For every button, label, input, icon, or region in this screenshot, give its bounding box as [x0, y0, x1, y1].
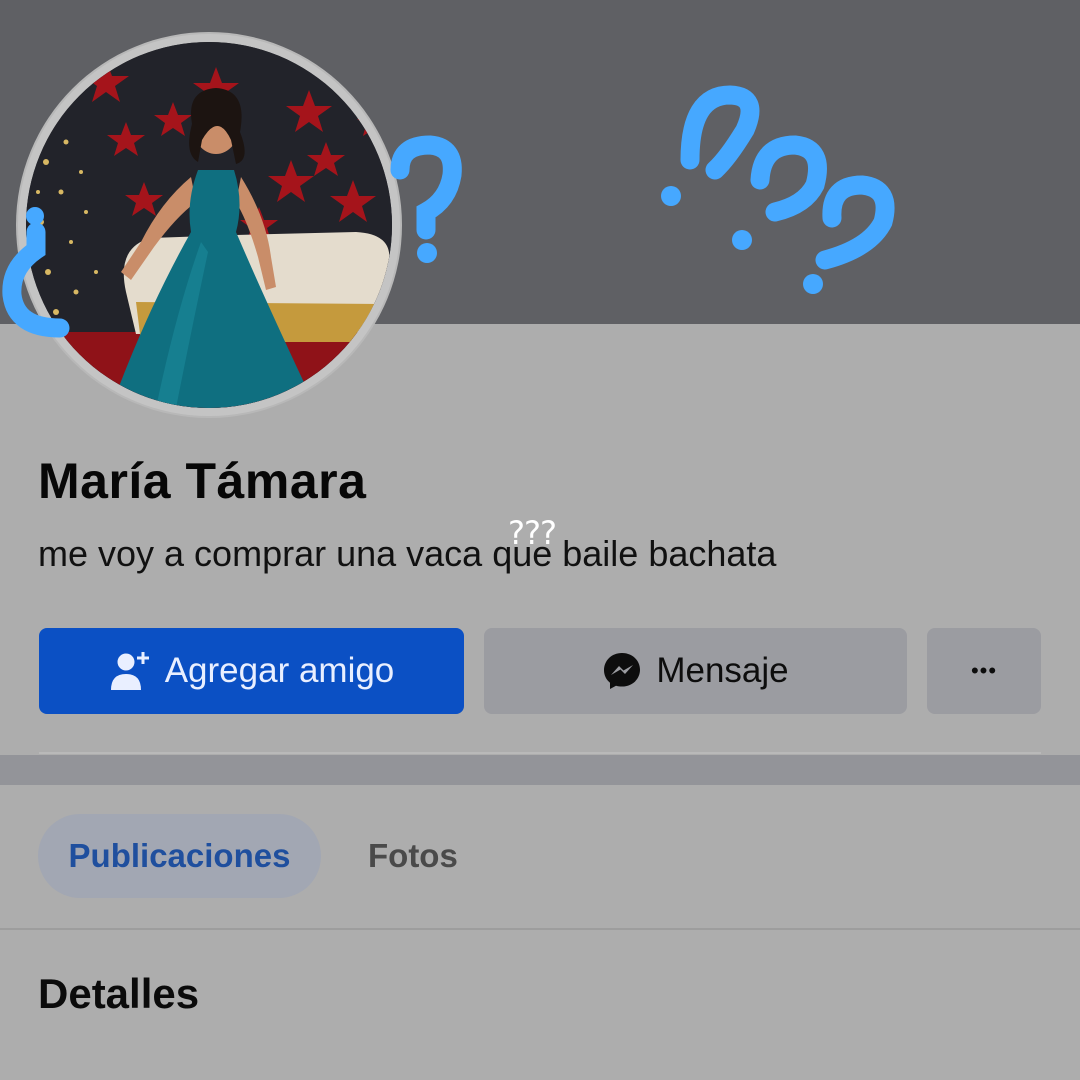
message-button[interactable]: Mensaje — [484, 628, 907, 714]
profile-name: María Támara — [38, 453, 367, 509]
message-label: Mensaje — [656, 651, 789, 690]
section-separator — [0, 755, 1080, 785]
more-dots-icon: ••• — [970, 658, 998, 683]
add-friend-label: Agregar amigo — [164, 651, 395, 690]
tab-label: Publicaciones — [68, 837, 291, 874]
add-friend-button[interactable]: Agregar amigo — [39, 628, 464, 714]
tab-label: Fotos — [368, 837, 458, 874]
divider — [39, 752, 1041, 754]
add-friend-icon — [109, 650, 151, 692]
tab-fotos[interactable]: Fotos — [368, 814, 458, 898]
profile-bio: me voy a comprar una vaca que baile bach… — [38, 533, 777, 574]
profile-photo-image — [26, 42, 392, 408]
bio-question-overlay: ??? — [508, 514, 557, 552]
tab-publicaciones[interactable]: Publicaciones — [38, 814, 321, 898]
profile-picture[interactable] — [18, 34, 400, 416]
messenger-icon — [602, 651, 642, 691]
details-heading: Detalles — [38, 970, 200, 1017]
divider — [0, 928, 1080, 930]
more-options-button[interactable]: ••• — [927, 628, 1041, 714]
